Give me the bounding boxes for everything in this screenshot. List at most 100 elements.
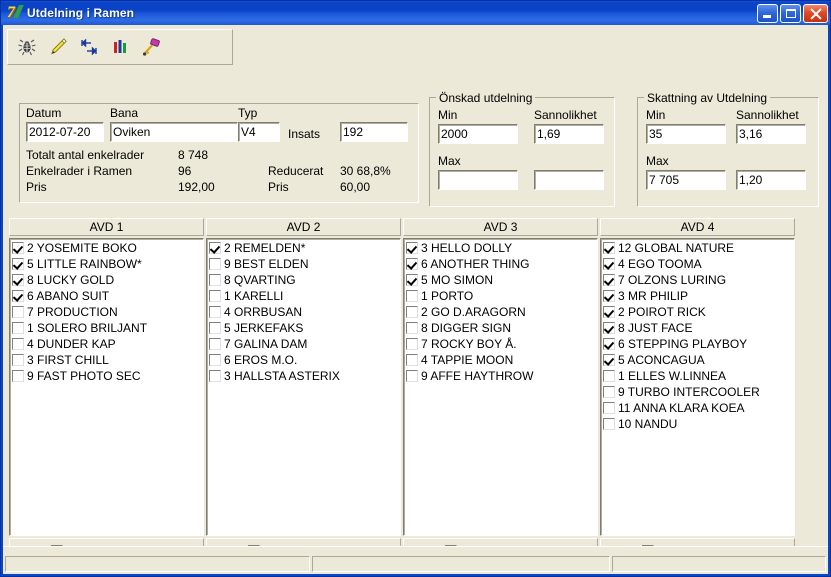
list-item[interactable]: 6 ABANO SUIT (11, 288, 203, 304)
list-item[interactable]: 5 MO SIMON (405, 272, 597, 288)
insats-field[interactable]: 192 (340, 122, 408, 142)
horse-checkbox[interactable] (12, 322, 24, 334)
pencil-icon[interactable] (43, 33, 73, 61)
list-item[interactable]: 7 OLZONS LURING (602, 272, 794, 288)
horse-checkbox[interactable] (406, 274, 418, 286)
datum-field[interactable]: 2012-07-20 (26, 122, 104, 142)
horse-checkbox[interactable] (603, 418, 615, 430)
list-item[interactable]: 12 GLOBAL NATURE (602, 240, 794, 256)
list-item[interactable]: 5 JERKEFAKS (208, 320, 400, 336)
horse-checkbox[interactable] (603, 354, 615, 366)
skattning-sannolikhet-min-field[interactable]: 3,16 (736, 124, 806, 144)
horse-checkbox[interactable] (209, 338, 221, 350)
list-item[interactable]: 9 TURBO INTERCOOLER (602, 384, 794, 400)
horse-checkbox[interactable] (603, 258, 615, 270)
list-item[interactable]: 1 ELLES W.LINNEA (602, 368, 794, 384)
list-item[interactable]: 3 HALLSTA ASTERIX (208, 368, 400, 384)
list-item[interactable]: 8 JUST FACE (602, 320, 794, 336)
list-item[interactable]: 5 LITTLE RAINBOW* (11, 256, 203, 272)
horse-checkbox[interactable] (603, 370, 615, 382)
list-item[interactable]: 3 HELLO DOLLY (405, 240, 597, 256)
list-item[interactable]: 9 AFFE HAYTHROW (405, 368, 597, 384)
list-item[interactable]: 9 BEST ELDEN (208, 256, 400, 272)
title-bar[interactable]: 7 Utdelning i Ramen (1, 1, 830, 25)
horse-checkbox[interactable] (209, 322, 221, 334)
horse-checkbox[interactable] (603, 290, 615, 302)
horse-checkbox[interactable] (406, 322, 418, 334)
horse-checkbox[interactable] (406, 242, 418, 254)
list-item[interactable]: 3 FIRST CHILL (11, 352, 203, 368)
bana-field[interactable]: Oviken (110, 122, 238, 142)
horse-checkbox[interactable] (406, 338, 418, 350)
horse-checkbox[interactable] (406, 354, 418, 366)
horse-checkbox[interactable] (209, 370, 221, 382)
skattning-sannolikhet-max-field[interactable]: 1,20 (736, 170, 806, 190)
onskad-min-field[interactable]: 2000 (438, 124, 518, 144)
horse-checkbox[interactable] (12, 274, 24, 286)
list-item[interactable]: 8 QVARTING (208, 272, 400, 288)
horse-checkbox[interactable] (12, 354, 24, 366)
horse-checkbox[interactable] (406, 306, 418, 318)
onskad-max-field[interactable] (438, 170, 518, 190)
list-item[interactable]: 8 DIGGER SIGN (405, 320, 597, 336)
bar-chart-icon[interactable] (105, 33, 135, 61)
horse-checkbox[interactable] (12, 290, 24, 302)
list-item[interactable]: 2 REMELDEN* (208, 240, 400, 256)
horse-checkbox[interactable] (209, 242, 221, 254)
list-item[interactable]: 6 EROS M.O. (208, 352, 400, 368)
horse-checkbox[interactable] (406, 258, 418, 270)
horse-checkbox[interactable] (209, 306, 221, 318)
spider-icon[interactable] (12, 33, 42, 61)
list-item[interactable]: 4 TAPPIE MOON (405, 352, 597, 368)
horse-checkbox[interactable] (603, 402, 615, 414)
avd-list-4[interactable]: 12 GLOBAL NATURE 4 EGO TOOMA 7 OLZONS LURI… (600, 238, 795, 536)
horse-checkbox[interactable] (603, 322, 615, 334)
list-item[interactable]: 8 LUCKY GOLD (11, 272, 203, 288)
horse-checkbox[interactable] (603, 242, 615, 254)
horse-checkbox[interactable] (603, 274, 615, 286)
list-item[interactable]: 1 KARELLI (208, 288, 400, 304)
list-item[interactable]: 1 PORTO (405, 288, 597, 304)
minimize-button[interactable] (757, 3, 778, 23)
list-item[interactable]: 5 ACONCAGUA (602, 352, 794, 368)
list-item[interactable]: 6 STEPPING PLAYBOY (602, 336, 794, 352)
horse-checkbox[interactable] (209, 258, 221, 270)
horse-checkbox[interactable] (209, 354, 221, 366)
list-item[interactable]: 4 ORRBUSAN (208, 304, 400, 320)
list-item[interactable]: 4 DUNDER KAP (11, 336, 203, 352)
list-item[interactable]: 10 NANDU (602, 416, 794, 432)
skattning-max-field[interactable]: 7 705 (646, 170, 726, 190)
horse-checkbox[interactable] (603, 338, 615, 350)
horse-checkbox[interactable] (406, 290, 418, 302)
horse-checkbox[interactable] (603, 306, 615, 318)
avd-list-2[interactable]: 2 REMELDEN* 9 BEST ELDEN 8 QVARTING 1 KAREL… (206, 238, 401, 536)
key-icon[interactable] (136, 33, 166, 61)
typ-field[interactable]: V4 (238, 122, 280, 142)
list-item[interactable]: 2 POIROT RICK (602, 304, 794, 320)
avd-list-1[interactable]: 2 YOSEMITE BOKO 5 LITTLE RAINBOW* 8 LUCKY … (9, 238, 204, 536)
list-item[interactable]: 2 GO D.ARAGORN (405, 304, 597, 320)
list-item[interactable]: 2 YOSEMITE BOKO (11, 240, 203, 256)
horse-checkbox[interactable] (406, 370, 418, 382)
list-item[interactable]: 6 ANOTHER THING (405, 256, 597, 272)
horse-checkbox[interactable] (209, 290, 221, 302)
horse-checkbox[interactable] (12, 338, 24, 350)
horse-checkbox[interactable] (12, 306, 24, 318)
list-item[interactable]: 7 GALINA DAM (208, 336, 400, 352)
maximize-button[interactable] (780, 3, 801, 23)
horse-checkbox[interactable] (603, 386, 615, 398)
list-item[interactable]: 11 ANNA KLARA KOEA (602, 400, 794, 416)
list-item[interactable]: 7 ROCKY BOY Å. (405, 336, 597, 352)
avd-list-3[interactable]: 3 HELLO DOLLY 6 ANOTHER THING 5 MO SIMON 1 … (403, 238, 598, 536)
list-item[interactable]: 9 FAST PHOTO SEC (11, 368, 203, 384)
horse-checkbox[interactable] (12, 242, 24, 254)
onskad-sannolikhet-min-field[interactable]: 1,69 (534, 124, 604, 144)
horse-checkbox[interactable] (209, 274, 221, 286)
list-item[interactable]: 1 SOLERO BRILJANT (11, 320, 203, 336)
list-item[interactable]: 3 MR PHILIP (602, 288, 794, 304)
horse-checkbox[interactable] (12, 370, 24, 382)
horse-checkbox[interactable] (12, 258, 24, 270)
list-item[interactable]: 4 EGO TOOMA (602, 256, 794, 272)
skattning-min-field[interactable]: 35 (646, 124, 726, 144)
onskad-sannolikhet-max-field[interactable] (534, 170, 604, 190)
